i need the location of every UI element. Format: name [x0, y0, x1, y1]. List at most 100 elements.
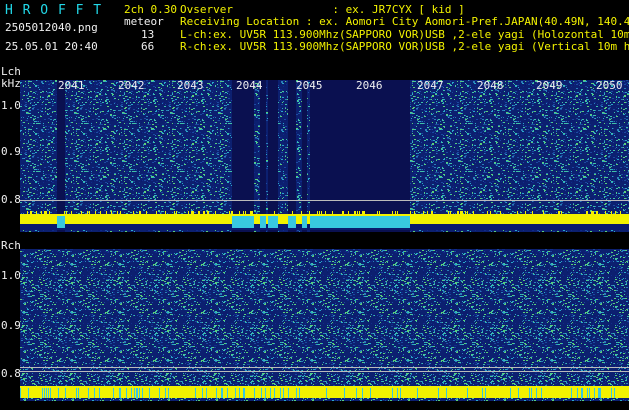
carrier-spike — [317, 211, 318, 214]
carrier-spike — [561, 211, 562, 214]
blanking-band — [310, 80, 390, 232]
noise-field — [20, 249, 629, 401]
carrier-spike — [66, 211, 67, 214]
lch-ytick: 0.9 — [1, 145, 21, 158]
carrier-gap — [28, 388, 29, 398]
carrier-gap — [136, 388, 137, 398]
carrier-spike — [239, 211, 240, 214]
carrier-gap — [582, 388, 583, 398]
carrier-spike — [203, 211, 204, 214]
carrier-spike — [49, 211, 50, 214]
carrier-gap — [206, 388, 207, 398]
carrier-gap — [296, 388, 297, 398]
carrier-spike — [215, 211, 216, 214]
carrier-gap — [221, 388, 222, 398]
carrier-gap — [299, 388, 300, 398]
carrier-spike — [165, 211, 166, 214]
carrier-gap — [149, 388, 150, 398]
carrier-gap — [438, 388, 439, 398]
carrier-spike — [229, 211, 230, 214]
carrier-gap — [270, 388, 271, 398]
carrier-spike — [156, 211, 157, 214]
carrier-gap — [392, 216, 410, 228]
carrier-spike — [41, 211, 42, 214]
carrier-spike — [587, 211, 588, 214]
reference-line — [20, 200, 629, 201]
blanking-band — [368, 80, 372, 232]
carrier-gap — [99, 388, 100, 398]
carrier-gap — [94, 388, 95, 398]
lch-receiver-line: L-ch:ex. UV5R 113.900Mhz(SAPPORO VOR)USB… — [180, 28, 629, 41]
carrier-gap — [274, 388, 275, 398]
carrier-spike — [309, 211, 310, 214]
carrier-spike — [319, 211, 320, 214]
carrier-gap — [362, 388, 363, 398]
carrier-spike — [457, 211, 458, 214]
carrier-gap — [139, 388, 140, 398]
carrier-spike — [111, 211, 112, 214]
carrier-gap — [142, 388, 143, 398]
carrier-spike — [348, 211, 349, 214]
carrier-spike — [133, 211, 134, 214]
carrier-spike — [188, 211, 189, 214]
blanking-band — [302, 80, 307, 232]
carrier-gap — [467, 388, 468, 398]
carrier-spike — [176, 211, 177, 214]
carrier-spike — [559, 211, 560, 214]
carrier-gap — [400, 388, 401, 398]
rch-receiver-line: R-ch:ex. UV5R 113.900Mhz(SAPPORO VOR)USB… — [180, 40, 629, 53]
image-filename: 2505012040.png — [5, 21, 98, 34]
carrier-gap — [536, 388, 537, 398]
carrier-spike — [605, 211, 606, 214]
carrier-spike — [410, 211, 411, 214]
carrier-spike — [414, 211, 415, 214]
carrier-gap — [397, 388, 398, 398]
carrier-spike — [71, 211, 72, 214]
blanking-band — [260, 80, 266, 232]
carrier-gap — [113, 388, 114, 398]
carrier-spike — [292, 211, 293, 214]
carrier-gap — [20, 388, 21, 398]
channel-mode: 2ch 0.30 — [124, 3, 177, 16]
minute-tick: 2044 — [236, 79, 263, 92]
carrier-gap — [510, 388, 511, 398]
carrier-spike — [81, 211, 82, 214]
rch-ytick: 0.8 — [1, 367, 21, 380]
carrier-gap — [581, 388, 582, 398]
carrier-spike — [31, 211, 32, 214]
rch-meteor-count: 66 — [141, 40, 155, 53]
carrier-gap — [280, 388, 281, 398]
carrier-gap — [368, 216, 372, 228]
minute-tick: 2041 — [58, 79, 85, 92]
carrier-gap — [78, 388, 79, 398]
carrier-spike — [558, 211, 559, 214]
carrier-spike — [342, 211, 343, 214]
carrier-spike — [207, 211, 208, 214]
rch-spectrogram — [20, 249, 629, 401]
carrier-gap — [244, 388, 245, 398]
minute-tick: 2045 — [296, 79, 323, 92]
carrier-gap — [42, 388, 43, 398]
carrier-spike — [232, 211, 233, 214]
carrier-spike — [423, 211, 424, 214]
carrier-spike — [30, 211, 31, 214]
carrier-spike — [586, 211, 587, 214]
carrier-spike — [208, 211, 209, 214]
carrier-spike — [87, 211, 88, 214]
carrier-spike — [392, 211, 393, 214]
carrier-gap — [261, 388, 262, 398]
carrier-gap — [571, 388, 572, 398]
carrier-gap — [165, 388, 166, 398]
carrier-spike — [36, 211, 37, 214]
carrier-spike — [427, 211, 428, 214]
carrier-gap — [44, 388, 45, 398]
carrier-gap — [577, 388, 578, 398]
carrier-gap — [227, 388, 228, 398]
carrier-spike — [106, 211, 107, 214]
carrier-gap — [356, 388, 357, 398]
carrier-gap — [541, 388, 542, 398]
carrier-gap — [417, 388, 418, 398]
carrier-spike — [432, 211, 433, 214]
carrier-spike — [525, 211, 526, 214]
carrier-spike — [193, 211, 194, 214]
